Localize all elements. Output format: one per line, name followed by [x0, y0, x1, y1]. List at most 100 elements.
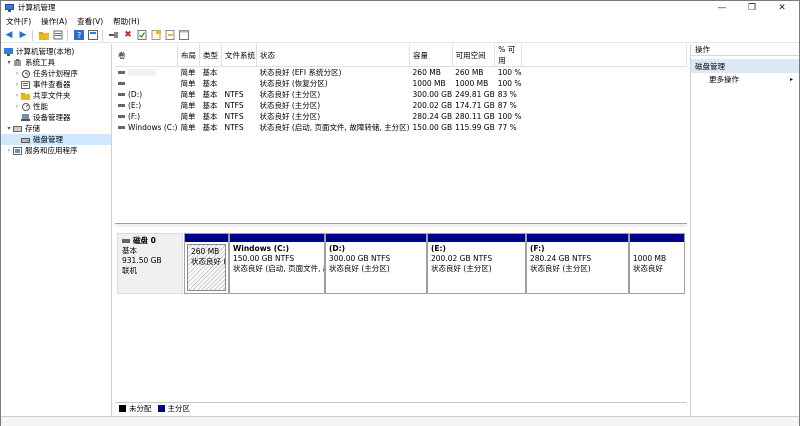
- actions-section-disk-management[interactable]: 磁盘管理: [691, 59, 799, 73]
- free-space-cell: 280.11 GB: [455, 112, 495, 121]
- tree-item-services-apps[interactable]: › 服务和应用程序: [1, 145, 111, 156]
- toolbar-separator: [67, 29, 68, 41]
- percent-free-cell: 77 %: [497, 123, 517, 132]
- free-space-cell: 115.99 GB: [455, 123, 495, 132]
- minimize-button[interactable]: —: [707, 1, 737, 14]
- free-space-cell: 249.81 GB: [455, 90, 495, 99]
- column-header-volume[interactable]: 卷: [115, 44, 178, 67]
- disk-status: 联机: [122, 266, 137, 275]
- volume-icon: [118, 126, 125, 129]
- column-header-filesystem[interactable]: 文件系统: [221, 44, 257, 67]
- volume-name: Windows (C:): [128, 123, 178, 132]
- help-icon[interactable]: ?: [73, 29, 85, 41]
- column-header-layout[interactable]: 布局: [177, 44, 200, 67]
- toolbar-separator: [102, 29, 103, 41]
- partition-d[interactable]: (D:) 300.00 GB NTFS 状态良好 (主分区): [325, 233, 427, 294]
- volume-icon: [118, 104, 125, 107]
- more-actions-item[interactable]: 更多操作 ▸: [691, 73, 799, 85]
- expand-arrow-icon[interactable]: ›: [5, 147, 13, 154]
- tree-item-device-manager[interactable]: 设备管理器: [1, 112, 111, 123]
- expand-arrow-icon[interactable]: ›: [13, 103, 21, 110]
- tree-item-performance[interactable]: › 性能: [1, 101, 111, 112]
- forward-arrow-icon[interactable]: ▶: [17, 29, 29, 41]
- column-header-type[interactable]: 类型: [199, 44, 222, 67]
- percent-free-cell: 100 %: [497, 112, 522, 121]
- filesystem-cell: [221, 67, 256, 79]
- tree-item-label: 任务计划程序: [33, 69, 78, 78]
- partition-recovery[interactable]: 1000 MB 状态良好: [629, 233, 685, 294]
- partition-c[interactable]: Windows (C:) 150.00 GB NTFS 状态良好 (启动, 页面…: [229, 233, 325, 294]
- status-bar: [1, 416, 799, 426]
- collapse-arrow-icon[interactable]: ▾: [5, 125, 13, 132]
- view-icon[interactable]: [87, 29, 99, 41]
- expand-arrow-icon[interactable]: ›: [13, 70, 21, 77]
- new-doc-icon[interactable]: [150, 29, 162, 41]
- delete-icon[interactable]: ✖: [122, 29, 134, 41]
- column-header-status[interactable]: 状态: [256, 44, 411, 67]
- status-cell: 状态良好 (启动, 页面文件, 故障转储, 主分区): [259, 123, 410, 132]
- volume-icon: [118, 71, 125, 74]
- column-header-capacity[interactable]: 容量: [409, 44, 453, 67]
- table-row[interactable]: (D:) 简单 基本 NTFS 状态良好 (主分区) 300.00 GB 249…: [115, 89, 687, 100]
- table-row[interactable]: 简单 基本 状态良好 (恢复分区) 1000 MB 1000 MB 100 %: [115, 78, 687, 89]
- partition-size: 280.24 GB NTFS: [530, 254, 592, 263]
- free-space-cell: 174.71 GB: [455, 101, 495, 110]
- tree-item-disk-management[interactable]: 磁盘管理: [1, 134, 111, 145]
- layout-cell: 简单: [180, 90, 196, 99]
- storage-icon: [13, 125, 22, 133]
- layout-cell: 简单: [180, 68, 196, 77]
- check-icon[interactable]: [136, 29, 148, 41]
- window-icon[interactable]: [178, 29, 190, 41]
- title-bar: 计算机管理 — ❐ ✕: [1, 1, 799, 14]
- table-row[interactable]: (E:) 简单 基本 NTFS 状态良好 (主分区) 200.02 GB 174…: [115, 100, 687, 111]
- column-header-free-space[interactable]: 可用空间: [452, 44, 496, 67]
- partition-efi[interactable]: 260 MB 状态良好 (E: [184, 233, 229, 294]
- column-header-percent-free[interactable]: % 可用: [494, 44, 523, 67]
- properties-icon[interactable]: [52, 29, 64, 41]
- tree-item-system-tools[interactable]: ▾ 系统工具: [1, 57, 111, 68]
- expand-arrow-icon[interactable]: ›: [13, 92, 21, 99]
- partition-header-bar: [230, 234, 324, 242]
- legend-swatch-unallocated: [119, 405, 126, 412]
- tree-item-shared-folders[interactable]: › 共享文件夹: [1, 90, 111, 101]
- menu-view[interactable]: 查看(V): [72, 16, 108, 27]
- partition-e[interactable]: (E:) 200.02 GB NTFS 状态良好 (主分区): [427, 233, 526, 294]
- connect-icon[interactable]: [108, 29, 120, 41]
- performance-icon: [21, 102, 30, 111]
- volume-name: (F:): [128, 112, 141, 121]
- tools-icon: [13, 58, 22, 67]
- tree-item-event-viewer[interactable]: › 事件查看器: [1, 79, 111, 90]
- partition-header-bar: [527, 234, 628, 242]
- table-row[interactable]: 简单 基本 状态良好 (EFI 系统分区) 260 MB 260 MB 100 …: [115, 67, 687, 79]
- close-button[interactable]: ✕: [767, 1, 797, 14]
- status-cell: 状态良好 (恢复分区): [259, 79, 328, 88]
- partition-f[interactable]: (F:) 280.24 GB NTFS 状态良好 (主分区): [526, 233, 629, 294]
- expand-arrow-icon[interactable]: ›: [13, 81, 21, 88]
- collapse-arrow-icon[interactable]: ▾: [5, 59, 13, 66]
- back-arrow-icon[interactable]: ◀: [3, 29, 15, 41]
- menu-action[interactable]: 操作(A): [36, 16, 72, 27]
- tree-item-task-scheduler[interactable]: › 任务计划程序: [1, 68, 111, 79]
- partition-header-bar: [428, 234, 525, 242]
- export-icon[interactable]: [164, 29, 176, 41]
- table-row[interactable]: Windows (C:) 简单 基本 NTFS 状态良好 (启动, 页面文件, …: [115, 122, 687, 133]
- disk-name: 磁盘 0: [133, 236, 156, 245]
- console-tree: 计算机管理(本地) ▾ 系统工具 › 任务计划程序 › 事件查看器 › 共享文件…: [1, 44, 112, 416]
- tree-item-label: 设备管理器: [33, 113, 71, 122]
- disk-info[interactable]: 磁盘 0 基本 931.50 GB 联机: [117, 233, 183, 294]
- filesystem-cell: NTFS: [224, 112, 244, 121]
- tree-root[interactable]: 计算机管理(本地): [1, 46, 111, 57]
- maximize-button[interactable]: ❐: [737, 1, 767, 14]
- type-cell: 基本: [202, 101, 218, 110]
- partition-size: 1000 MB: [633, 254, 667, 263]
- up-folder-icon[interactable]: [38, 29, 50, 41]
- layout-cell: 简单: [180, 101, 196, 110]
- menu-help[interactable]: 帮助(H): [108, 16, 145, 27]
- table-row[interactable]: (F:) 简单 基本 NTFS 状态良好 (主分区) 280.24 GB 280…: [115, 111, 687, 122]
- percent-free-cell: 87 %: [497, 101, 517, 110]
- volume-icon: [118, 82, 125, 85]
- menu-file[interactable]: 文件(F): [1, 16, 36, 27]
- tree-item-storage[interactable]: ▾ 存储: [1, 123, 111, 134]
- column-header-filler: [521, 44, 687, 67]
- partition-header-bar: [326, 234, 426, 242]
